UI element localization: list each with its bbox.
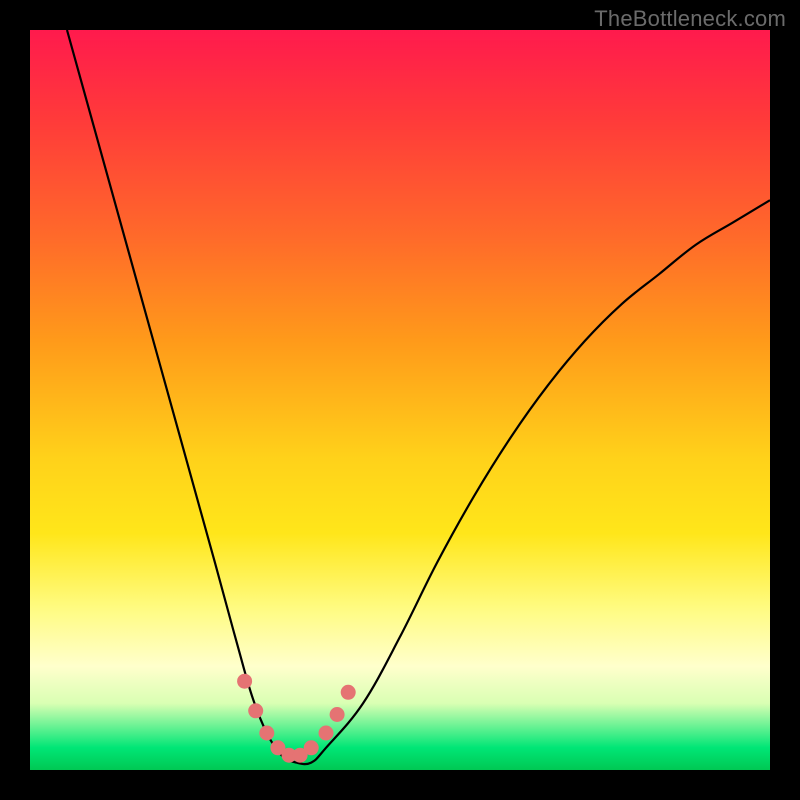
chart-frame: TheBottleneck.com <box>0 0 800 800</box>
bottleneck-curve <box>67 30 770 764</box>
marker-dot <box>237 674 252 689</box>
marker-dot <box>341 685 356 700</box>
marker-dots <box>237 674 356 763</box>
marker-dot <box>248 703 263 718</box>
watermark-text: TheBottleneck.com <box>594 6 786 32</box>
marker-dot <box>330 707 345 722</box>
marker-dot <box>259 726 274 741</box>
plot-area <box>30 30 770 770</box>
marker-dot <box>304 740 319 755</box>
curve-svg <box>30 30 770 770</box>
marker-dot <box>319 726 334 741</box>
